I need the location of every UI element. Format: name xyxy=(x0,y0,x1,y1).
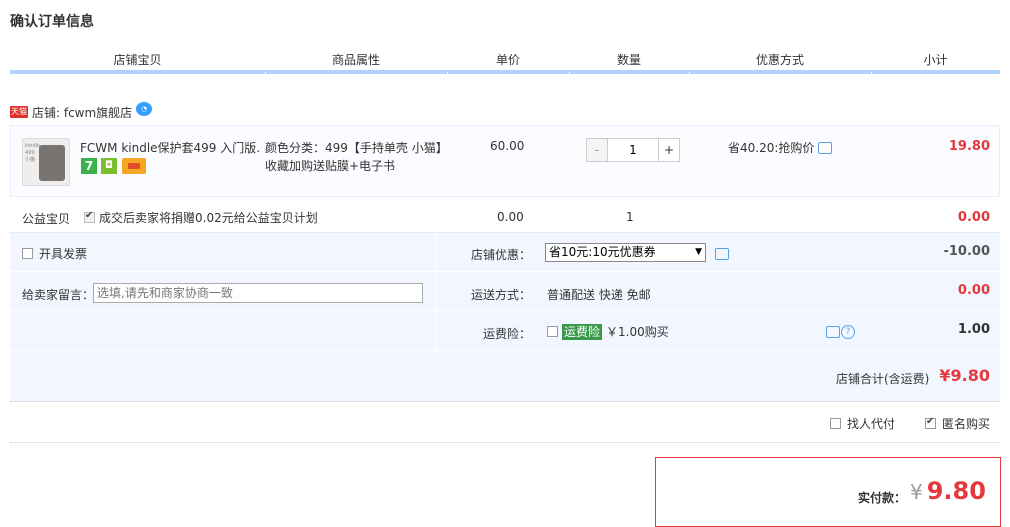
item-promo: 省40.20:抢购价 xyxy=(728,139,833,156)
quantity-input[interactable] xyxy=(608,138,658,162)
header-shop-item: 店铺宝贝 xyxy=(113,53,162,67)
invoice-checkbox[interactable] xyxy=(22,248,33,259)
insurance-comment-icon[interactable] xyxy=(826,326,840,338)
guarantee-icon[interactable]: ◘ xyxy=(101,158,117,174)
insurance-icons: ? xyxy=(826,325,855,339)
charity-desc: 成交后卖家将捐赠0.02元给公益宝贝计划 xyxy=(84,209,318,226)
charity-desc-text: 成交后卖家将捐赠0.02元给公益宝贝计划 xyxy=(99,211,318,225)
row-divider xyxy=(10,350,1000,351)
insurance-checkbox[interactable] xyxy=(547,326,558,337)
dropdown-arrow-icon: ▼ xyxy=(695,247,702,257)
item-attributes: 颜色分类：499【手持单壳 小猫】 收藏加购送贴膜+电子书 xyxy=(265,139,455,175)
anonymous-label: 匿名购买 xyxy=(942,417,991,431)
coupon-select[interactable]: 省10元:10元优惠券 ▼ xyxy=(545,243,706,262)
insurance-option: 运费险 ￥1.00购买 xyxy=(547,323,669,340)
seven-day-return-icon[interactable]: 7 xyxy=(81,158,97,174)
message-label: 给卖家留言： xyxy=(22,288,95,302)
coupon-select-value: 省10元:10元优惠券 xyxy=(549,245,656,259)
item-unit-price: 60.00 xyxy=(490,139,525,153)
quantity-minus-button[interactable]: - xyxy=(586,138,608,162)
shop-total-value: ¥9.80 xyxy=(939,366,990,385)
proxy-pay-checkbox[interactable] xyxy=(830,418,841,429)
pay-amount: ¥9.80 xyxy=(910,477,986,505)
anonymous-checkbox[interactable] xyxy=(925,416,936,429)
proxy-pay-option: 找人代付 xyxy=(830,415,895,432)
wangwang-chat-icon[interactable]: ◔ xyxy=(136,102,153,116)
item-subtotal: 19.80 xyxy=(948,139,990,154)
invoice-label: 开具发票 xyxy=(39,247,88,261)
coupon-amount: -10.00 xyxy=(943,244,990,259)
shipping-method: 普通配送 快递 免邮 xyxy=(547,288,651,302)
header-discount: 优惠方式 xyxy=(755,53,804,67)
item-row xyxy=(10,125,1000,197)
coupon-comment-icon[interactable] xyxy=(715,248,729,260)
charity-checkbox xyxy=(84,210,95,223)
help-icon[interactable]: ? xyxy=(841,325,855,339)
header-unit-price: 单价 xyxy=(495,53,520,67)
header-attributes: 商品属性 xyxy=(331,53,380,67)
row-divider xyxy=(10,271,1000,272)
item-attr-color: 颜色分类：499【手持单壳 小猫】 xyxy=(265,141,448,155)
shop-total-label: 店铺合计(含运费) xyxy=(836,372,930,386)
header-quantity: 数量 xyxy=(616,53,641,67)
shipping-amount: 0.00 xyxy=(957,283,990,298)
insurance-price: ￥1.00购买 xyxy=(606,325,669,339)
quantity-stepper: - + xyxy=(586,138,680,162)
charity-label: 公益宝贝 xyxy=(22,212,71,226)
message-input[interactable] xyxy=(93,283,423,303)
invoice-option: 开具发票 xyxy=(22,245,87,262)
insurance-tag: 运费险 xyxy=(562,323,603,340)
item-thumbnail[interactable]: kindle 499 小猫 xyxy=(22,138,70,186)
item-title-link[interactable]: FCWM kindle保护套499 入门版... xyxy=(80,139,260,156)
promo-comment-icon[interactable] xyxy=(818,141,833,154)
tmall-badge: 天猫 xyxy=(10,106,28,118)
table-header: 店铺宝贝 商品属性 单价 数量 优惠方式 小计 xyxy=(10,50,1000,70)
pay-label: 实付款： xyxy=(858,491,907,505)
insurance-amount: 1.00 xyxy=(957,322,990,337)
item-attr-gift: 收藏加购送贴膜+电子书 xyxy=(265,159,396,173)
charity-price: 0.00 xyxy=(497,210,524,224)
proxy-pay-label: 找人代付 xyxy=(847,417,896,431)
anonymous-option: 匿名购买 xyxy=(925,415,990,432)
pay-value: 9.80 xyxy=(926,477,986,505)
header-subtotal: 小计 xyxy=(923,53,948,67)
page-title: 确认订单信息 xyxy=(10,14,94,30)
quantity-plus-button[interactable]: + xyxy=(658,138,680,162)
insurance-label: 运费险： xyxy=(482,327,531,341)
coupon-label: 店铺优惠： xyxy=(470,248,531,262)
header-divider xyxy=(10,70,1000,90)
shop-row: 天猫 店铺: fcwm旗舰店 ◔ xyxy=(10,102,153,122)
pay-currency: ¥ xyxy=(910,480,923,504)
shipping-label: 运送方式： xyxy=(470,288,531,302)
row-divider xyxy=(10,310,1000,311)
charity-subtotal: 0.00 xyxy=(957,210,990,225)
promo-text: 省40.20:抢购价 xyxy=(728,141,815,155)
charity-qty: 1 xyxy=(626,210,634,224)
shop-name[interactable]: 店铺: fcwm旗舰店 xyxy=(32,104,132,121)
credit-card-icon[interactable] xyxy=(122,158,146,174)
footer-divider xyxy=(10,442,1000,443)
